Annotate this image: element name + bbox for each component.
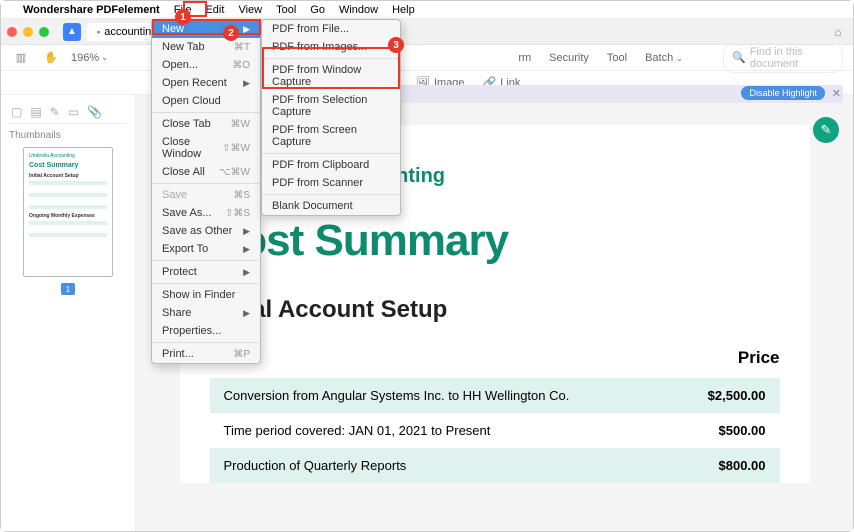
menu-tool[interactable]: Tool xyxy=(276,4,296,16)
search-input[interactable]: 🔍 Find in this document xyxy=(723,43,843,73)
menu-blank-document[interactable]: Blank Document xyxy=(262,197,400,215)
close-highlight-bar[interactable]: ✕ xyxy=(832,87,841,100)
table-row: Time period covered: JAN 01, 2021 to Pre… xyxy=(210,413,780,448)
menu-show-in-finder[interactable]: Show in Finder xyxy=(152,286,260,304)
minimize-window-icon[interactable] xyxy=(23,27,33,37)
disable-highlight-button[interactable]: Disable Highlight xyxy=(741,86,825,100)
new-submenu-dropdown: PDF from File... PDF from Images... PDF … xyxy=(261,19,401,216)
menu-pdf-from-clipboard[interactable]: PDF from Clipboard xyxy=(262,156,400,174)
menu-go[interactable]: Go xyxy=(310,4,325,16)
menubar-app-name: Wondershare PDFelement xyxy=(23,4,160,16)
menu-pdf-from-selection-capture[interactable]: PDF from Selection Capture xyxy=(262,91,400,121)
thumbnails-sidebar: ▢ ▤ ✎ ▭ 📎 Thumbnails Umbrella Accounting… xyxy=(1,95,136,531)
menu-pdf-from-file[interactable]: PDF from File... xyxy=(262,20,400,38)
menu-help[interactable]: Help xyxy=(392,4,415,16)
menu-close-window[interactable]: Close Window⇧⌘W xyxy=(152,133,260,163)
menu-new-tab[interactable]: New Tab⌘T xyxy=(152,38,260,56)
document-h2: Initial Account Setup xyxy=(210,296,780,324)
mac-menubar: Wondershare PDFelement File Edit View To… xyxy=(1,1,853,19)
menu-window[interactable]: Window xyxy=(339,4,378,16)
home-button[interactable]: ⌂ xyxy=(829,23,847,41)
thumbnails-tab-icon[interactable]: ▢ xyxy=(11,105,22,119)
menu-edit[interactable]: Edit xyxy=(205,4,224,16)
page-thumbnail[interactable]: Umbrella Accounting Cost Summary Initial… xyxy=(23,147,113,277)
menu-properties[interactable]: Properties... xyxy=(152,322,260,340)
th-price: Price xyxy=(738,348,780,368)
toolbar-tab-tool[interactable]: Tool xyxy=(607,52,627,64)
search-placeholder: Find in this document xyxy=(750,46,834,70)
menu-open-cloud[interactable]: Open Cloud xyxy=(152,92,260,110)
content-area: ▢ ▤ ✎ ▭ 📎 Thumbnails Umbrella Accounting… xyxy=(1,95,853,531)
menu-print[interactable]: Print...⌘P xyxy=(152,345,260,363)
menu-view[interactable]: View xyxy=(238,4,262,16)
menu-save: Save⌘S xyxy=(152,186,260,204)
pdf-file-icon: ▪ xyxy=(97,27,100,37)
app-icon: ▲ xyxy=(63,23,81,41)
menu-new[interactable]: New▶ xyxy=(152,20,260,38)
chevron-down-icon: ⌄ xyxy=(101,53,108,62)
hand-tool-icon[interactable]: ✋ xyxy=(41,48,61,68)
menu-open[interactable]: Open...⌘O xyxy=(152,56,260,74)
menu-pdf-from-window-capture[interactable]: PDF from Window Capture xyxy=(262,61,400,91)
table-row: Production of Quarterly Reports $800.00 xyxy=(210,448,780,483)
window-tabbar: ▲ ▪ accounting-sign_opti + ⌂ xyxy=(1,19,853,45)
callout-1: 1 xyxy=(175,9,191,25)
file-menu-dropdown: New▶ New Tab⌘T Open...⌘O Open Recent▶ Op… xyxy=(151,19,261,364)
menu-close-all[interactable]: Close All⌥⌘W xyxy=(152,163,260,181)
floating-action-button[interactable]: ✎ xyxy=(813,117,839,143)
menu-open-recent[interactable]: Open Recent▶ xyxy=(152,74,260,92)
zoom-window-icon[interactable] xyxy=(39,27,49,37)
bookmarks-tab-icon[interactable]: ▤ xyxy=(30,105,41,119)
menu-close-tab[interactable]: Close Tab⌘W xyxy=(152,115,260,133)
search-tab-icon[interactable]: ▭ xyxy=(68,105,79,119)
menu-export[interactable]: Export To▶ xyxy=(152,240,260,258)
sidebar-title: Thumbnails xyxy=(9,130,127,141)
main-toolbar: ▥ ✋ 196% ⌄ rm Security Tool Batch ⌄ 🔍 Fi… xyxy=(1,45,853,71)
thumbnail-page-number: 1 xyxy=(61,283,75,295)
menu-save-as[interactable]: Save As...⇧⌘S xyxy=(152,204,260,222)
table-row: Conversion from Angular Systems Inc. to … xyxy=(210,378,780,413)
zoom-value: 196% xyxy=(71,52,99,64)
menu-save-other[interactable]: Save as Other▶ xyxy=(152,222,260,240)
annotations-tab-icon[interactable]: ✎ xyxy=(50,105,60,119)
search-icon: 🔍 xyxy=(732,51,746,64)
callout-3: 3 xyxy=(388,37,404,53)
sidebar-toggle-icon[interactable]: ▥ xyxy=(11,48,31,68)
attachments-tab-icon[interactable]: 📎 xyxy=(87,105,102,119)
callout-2: 2 xyxy=(223,25,239,41)
menu-pdf-from-images[interactable]: PDF from Images... xyxy=(262,38,400,56)
menu-share[interactable]: Share▶ xyxy=(152,304,260,322)
close-window-icon[interactable] xyxy=(7,27,17,37)
traffic-lights[interactable] xyxy=(7,27,49,37)
table-header: Name Price xyxy=(210,342,780,374)
menu-pdf-from-scanner[interactable]: PDF from Scanner xyxy=(262,174,400,192)
toolbar-tab-rm[interactable]: rm xyxy=(518,52,531,64)
document-h1: Cost Summary xyxy=(210,216,780,266)
menu-pdf-from-screen-capture[interactable]: PDF from Screen Capture xyxy=(262,121,400,151)
menu-protect[interactable]: Protect▶ xyxy=(152,263,260,281)
toolbar-tab-security[interactable]: Security xyxy=(549,52,589,64)
toolbar-tab-batch[interactable]: Batch ⌄ xyxy=(645,52,683,64)
zoom-control[interactable]: 196% ⌄ xyxy=(71,52,108,64)
